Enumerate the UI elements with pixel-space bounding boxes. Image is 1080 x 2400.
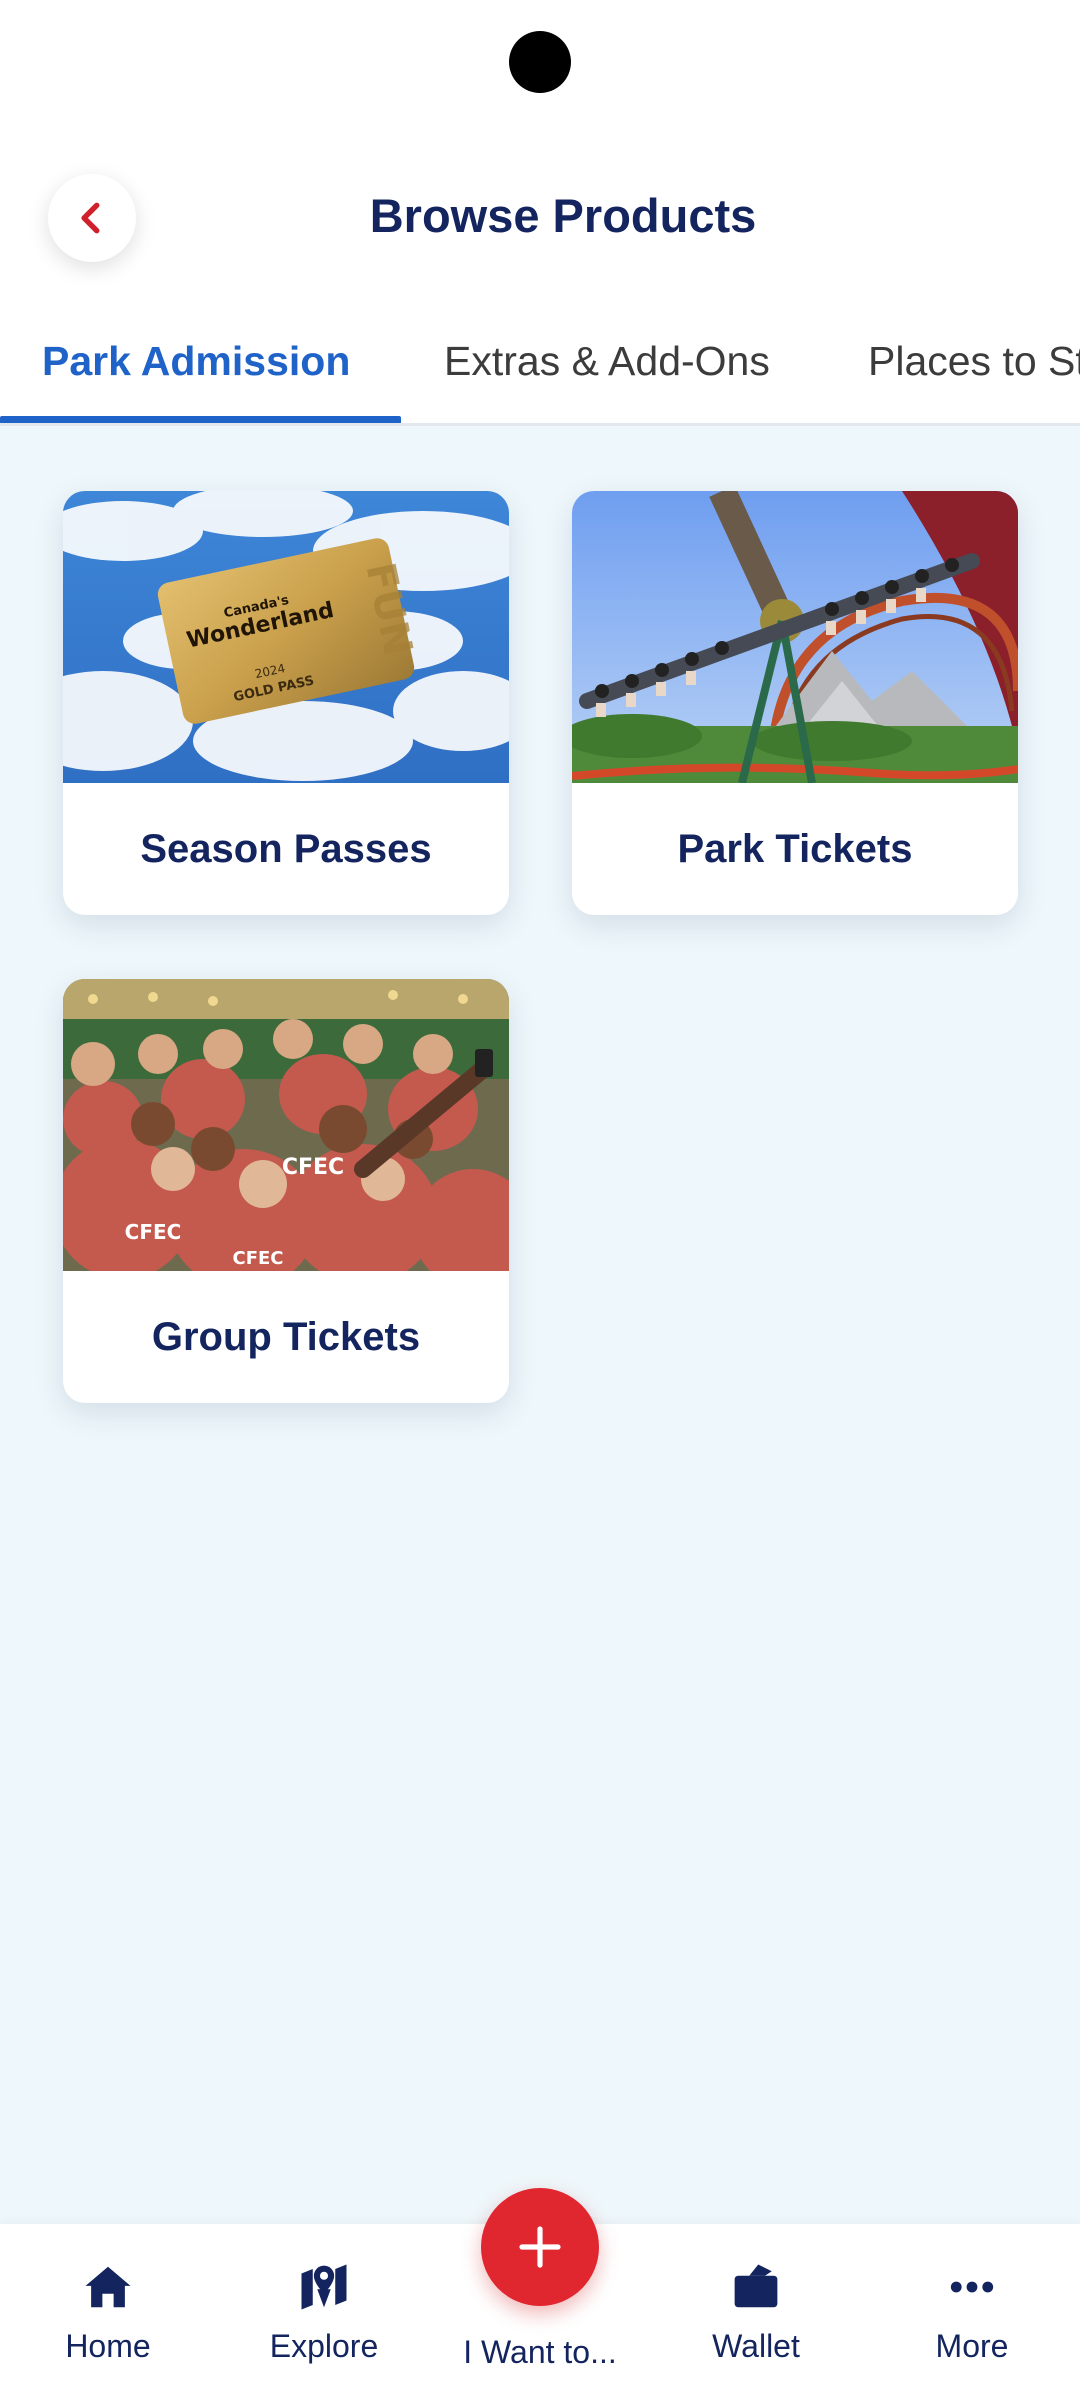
product-card-park-tickets[interactable]: Park Tickets xyxy=(572,491,1018,915)
svg-text:CFEC: CFEC xyxy=(125,1220,182,1244)
nav-home-label: Home xyxy=(65,2328,151,2364)
product-card-label: Season Passes xyxy=(140,826,432,871)
home-icon xyxy=(85,2266,131,2308)
product-card-season-passes[interactable]: Canada's Wonderland 2024 GOLD PASS FUN S… xyxy=(63,491,509,915)
product-grid: Canada's Wonderland 2024 GOLD PASS FUN S… xyxy=(0,426,1080,2226)
category-tabs: Park Admission Extras & Add-Ons Places t… xyxy=(0,320,1080,426)
i-want-to-button[interactable] xyxy=(481,2188,599,2306)
gold-pass-card-sky-image: Canada's Wonderland 2024 GOLD PASS FUN xyxy=(63,491,509,783)
map-pin-icon xyxy=(301,2264,347,2310)
active-tab-indicator xyxy=(0,416,401,423)
product-card-group-tickets[interactable]: CFEC CFEC CFEC Group Tickets xyxy=(63,979,509,1403)
tab-park-admission[interactable]: Park Admission xyxy=(42,338,350,385)
nav-more-label: More xyxy=(935,2328,1009,2364)
tab-places-to-stay[interactable]: Places to St xyxy=(868,338,1080,385)
roller-coaster-riders-image xyxy=(572,491,1018,783)
wallet-icon xyxy=(734,2264,778,2308)
nav-wallet-label: Wallet xyxy=(712,2328,800,2364)
header: Browse Products xyxy=(0,150,1080,290)
nav-more[interactable]: More xyxy=(872,2260,1072,2365)
ellipsis-icon xyxy=(950,2281,994,2293)
screen: Browse Products Park Admission Extras & … xyxy=(0,0,1080,2400)
svg-text:CFEC: CFEC xyxy=(232,1248,283,1269)
nav-explore-label: Explore xyxy=(269,2328,379,2364)
nav-explore[interactable]: Explore xyxy=(224,2260,424,2365)
group-selfie-red-shirts-image: CFEC CFEC CFEC xyxy=(63,979,509,1271)
i-want-to-label: I Want to... xyxy=(463,2334,617,2370)
nav-home[interactable]: Home xyxy=(8,2260,208,2365)
plus-icon xyxy=(519,2226,561,2268)
product-card-label: Group Tickets xyxy=(151,1314,421,1359)
nav-wallet[interactable]: Wallet xyxy=(656,2260,856,2365)
camera-cutout xyxy=(509,31,571,93)
product-card-label: Park Tickets xyxy=(677,826,913,871)
tab-extras-add-ons[interactable]: Extras & Add-Ons xyxy=(444,338,770,385)
svg-text:CFEC: CFEC xyxy=(282,1155,344,1180)
page-title: Browse Products xyxy=(369,189,757,242)
